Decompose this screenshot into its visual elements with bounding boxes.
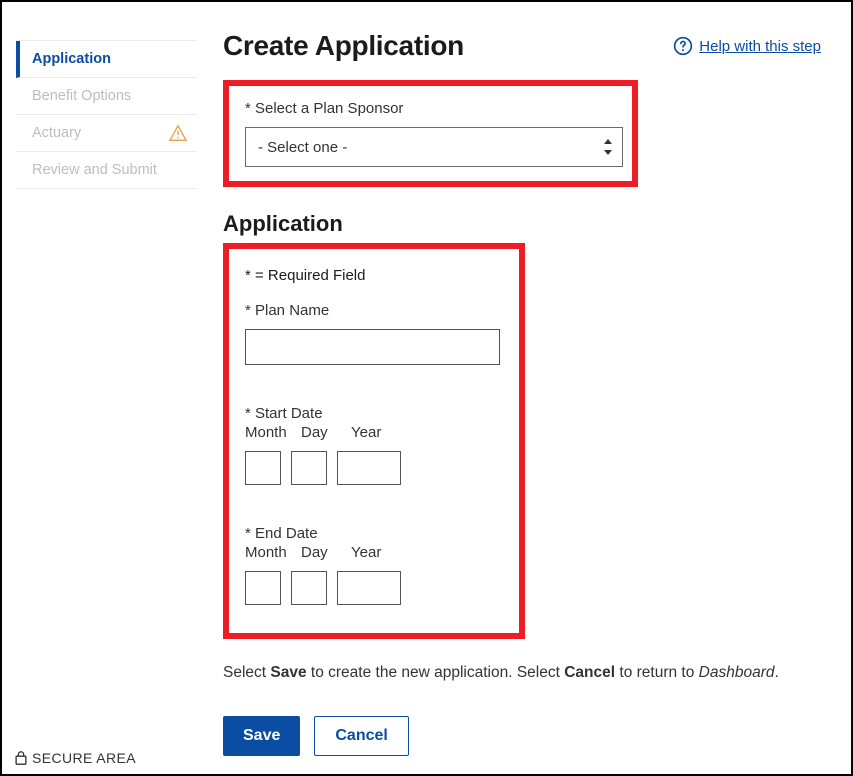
sidebar-item-label: Application (32, 51, 111, 67)
cancel-button[interactable]: Cancel (314, 716, 408, 756)
start-date-label: * Start Date (245, 405, 503, 422)
sidebar-item-application[interactable]: Application (16, 41, 197, 78)
secure-area-indicator: SECURE AREA (14, 750, 136, 766)
start-year-input[interactable] (337, 451, 401, 485)
instruction-text: Select Save to create the new applicatio… (223, 661, 821, 684)
start-day-input[interactable] (291, 451, 327, 485)
sidebar-item-label: Review and Submit (32, 162, 157, 178)
sidebar-nav: Application Benefit Options Actuary Revi… (2, 2, 197, 756)
help-link-label: Help with this step (699, 38, 821, 55)
end-year-input[interactable] (337, 571, 401, 605)
end-month-input[interactable] (245, 571, 281, 605)
help-link[interactable]: Help with this step (673, 36, 821, 56)
end-date-label: * End Date (245, 525, 503, 542)
required-note: * = Required Field (245, 267, 503, 284)
start-month-input[interactable] (245, 451, 281, 485)
sidebar-item-benefit-options[interactable]: Benefit Options (16, 78, 197, 115)
day-label: Day (301, 424, 351, 441)
plan-name-label: * Plan Name (245, 302, 503, 319)
application-section-title: Application (223, 211, 821, 237)
year-label: Year (351, 424, 421, 441)
save-button[interactable]: Save (223, 716, 300, 756)
warning-icon (169, 125, 187, 141)
sidebar-item-actuary[interactable]: Actuary (16, 115, 197, 152)
help-icon (673, 36, 693, 56)
month-label: Month (245, 544, 301, 561)
month-label: Month (245, 424, 301, 441)
plan-name-input[interactable] (245, 329, 500, 365)
sidebar-item-label: Benefit Options (32, 88, 131, 104)
sidebar-item-label: Actuary (32, 125, 81, 141)
application-highlight-box: * = Required Field * Plan Name * Start D… (223, 243, 525, 639)
plan-sponsor-select[interactable]: - Select one - (245, 127, 623, 167)
year-label: Year (351, 544, 421, 561)
day-label: Day (301, 544, 351, 561)
lock-icon (14, 750, 28, 766)
end-day-input[interactable] (291, 571, 327, 605)
sidebar-item-review-submit[interactable]: Review and Submit (16, 152, 197, 189)
sponsor-label: * Select a Plan Sponsor (245, 100, 616, 117)
sponsor-highlight-box: * Select a Plan Sponsor - Select one - (223, 80, 638, 187)
page-title: Create Application (223, 30, 464, 62)
